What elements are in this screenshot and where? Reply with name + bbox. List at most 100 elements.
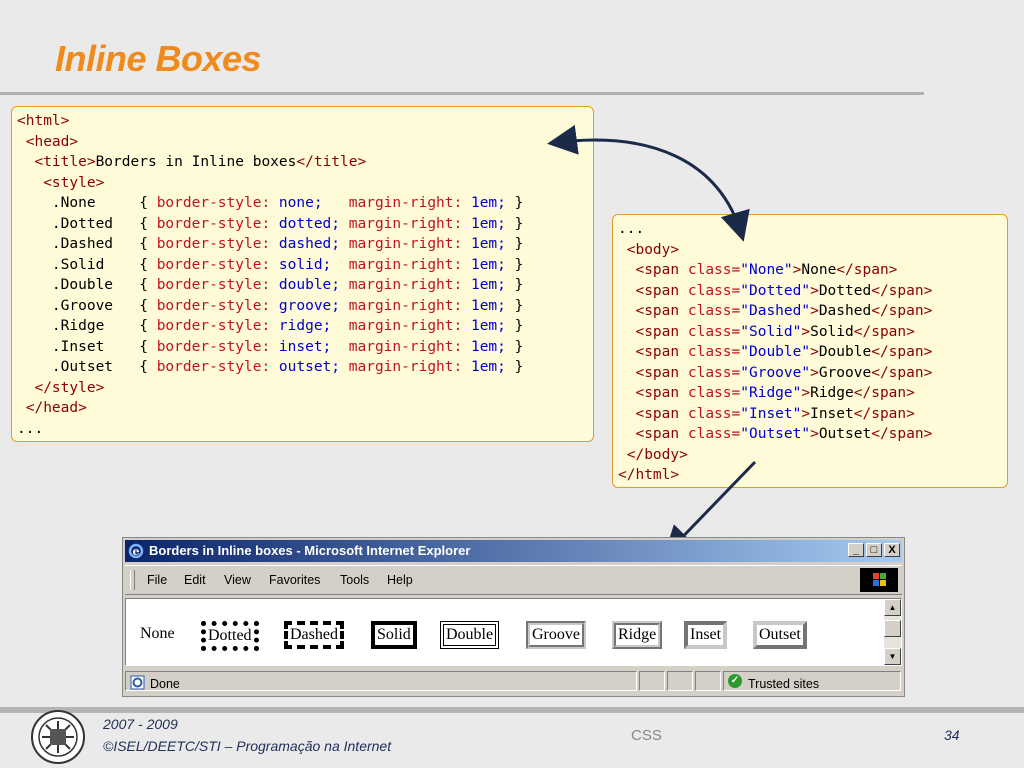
code-token: <html> (17, 113, 70, 129)
status-bar: Done ✓ Trusted sites (125, 669, 902, 693)
footer-years: 2007 - 2009 (103, 716, 178, 732)
menu-favorites[interactable]: Favorites (269, 573, 320, 587)
code-line: <html> (17, 111, 588, 132)
code-token: Outset (818, 426, 872, 442)
code-token: margin-right: (348, 297, 471, 314)
close-button[interactable]: X (884, 543, 900, 557)
demo-none: None (140, 625, 175, 642)
code-line: </head> (17, 398, 588, 419)
code-token: ... (618, 221, 645, 237)
code-token: "Double" (740, 344, 811, 360)
code-token: <span (635, 385, 688, 401)
code-token: <span (635, 405, 688, 422)
code-token: 1em; (470, 277, 506, 293)
code-token: border-style: (156, 195, 279, 211)
code-line: <span class="Inset">Inset</span> (618, 404, 1002, 425)
code-token: </span> (853, 323, 915, 340)
code-line: </body> (618, 445, 1002, 466)
code-line: .Ridge { border-style: ridge; margin-rig… (17, 316, 588, 337)
code-line: .Dotted { border-style: dotted; margin-r… (17, 214, 588, 235)
code-block-head: <html> <head> <title>Borders in Inline b… (11, 106, 594, 442)
code-token: groove; (278, 297, 349, 314)
code-token: "Solid" (740, 323, 802, 340)
browser-titlebar[interactable]: e Borders in Inline boxes - Microsoft In… (125, 540, 902, 562)
code-token: } (505, 215, 524, 232)
status-text: Done (150, 677, 180, 691)
code-token: </span> (871, 426, 933, 442)
menu-help[interactable]: Help (387, 573, 413, 587)
code-token: Double (818, 344, 872, 360)
scroll-down-button[interactable]: ▼ (884, 648, 901, 665)
code-token: } (505, 318, 524, 334)
code-token: margin-right: (348, 359, 471, 375)
code-line: .Outset { border-style: outset; margin-r… (17, 357, 588, 378)
code-token: None (801, 262, 837, 278)
code-token: <span (635, 344, 688, 360)
scroll-thumb[interactable] (884, 620, 901, 637)
code-token: <span (635, 364, 688, 381)
code-line: </style> (17, 378, 588, 399)
code-line: <span class="Outset">Outset</span> (618, 424, 1002, 445)
code-token: Groove (818, 364, 872, 381)
demo-double: Double (440, 621, 500, 649)
code-token: .Dashed { (17, 236, 157, 252)
code-token: > (810, 344, 819, 360)
code-token: .Inset { (17, 338, 157, 355)
status-zone: ✓ Trusted sites (723, 671, 901, 691)
scroll-up-button[interactable]: ▲ (884, 599, 901, 616)
code-token: ... (17, 420, 44, 437)
toolbar-grip[interactable] (130, 570, 135, 590)
code-token: <span (635, 303, 688, 319)
code-line: <span class="Solid">Solid</span> (618, 322, 1002, 343)
vertical-scrollbar[interactable]: ▲ ▼ (884, 599, 901, 665)
code-token: > (810, 282, 819, 299)
menu-bar: File Edit View Favorites Tools Help (125, 565, 902, 595)
status-slot (695, 671, 721, 691)
code-token: </span> (871, 364, 933, 381)
code-token: "Ridge" (740, 385, 802, 401)
code-token: border-style: (156, 277, 279, 293)
code-token: > (810, 364, 819, 381)
code-token: margin-right: (348, 195, 471, 211)
code-token: class= (687, 303, 741, 319)
demo-solid: Solid (371, 621, 417, 649)
code-token: none; (278, 195, 349, 211)
code-token: border-style: (156, 318, 279, 334)
ie-logo-icon: e (128, 543, 144, 559)
maximize-button[interactable]: □ (866, 543, 882, 557)
code-token: Inset (810, 405, 854, 422)
code-token: border-style: (156, 359, 279, 375)
code-token: .Groove { (17, 297, 157, 314)
menu-edit[interactable]: Edit (184, 573, 206, 587)
title-divider (0, 92, 924, 95)
menu-tools[interactable]: Tools (340, 573, 369, 587)
zone-text: Trusted sites (748, 677, 820, 691)
browser-content: None Dotted Dashed Solid Double Groove R… (125, 598, 902, 666)
code-token: Dashed (818, 303, 872, 319)
code-token: } (505, 195, 524, 211)
minimize-button[interactable]: _ (848, 543, 864, 557)
code-token: border-style: (156, 338, 279, 355)
code-token: class= (687, 282, 741, 299)
code-line: .Double { border-style: double; margin-r… (17, 275, 588, 296)
code-token: class= (687, 344, 741, 360)
code-token: Solid (810, 323, 854, 340)
code-token: "Dotted" (740, 282, 811, 299)
browser-window: e Borders in Inline boxes - Microsoft In… (122, 537, 905, 697)
demo-dashed: Dashed (284, 621, 344, 649)
code-token: border-style: (156, 256, 279, 273)
code-line: <style> (17, 173, 588, 194)
code-token: > (801, 385, 811, 401)
code-token: <head> (25, 133, 79, 150)
menu-view[interactable]: View (224, 573, 251, 587)
code-token: class= (687, 323, 741, 340)
code-token: "Dashed" (740, 303, 811, 319)
code-token: margin-right: (348, 318, 471, 334)
code-token: } (505, 256, 524, 273)
menu-file[interactable]: File (147, 573, 167, 587)
